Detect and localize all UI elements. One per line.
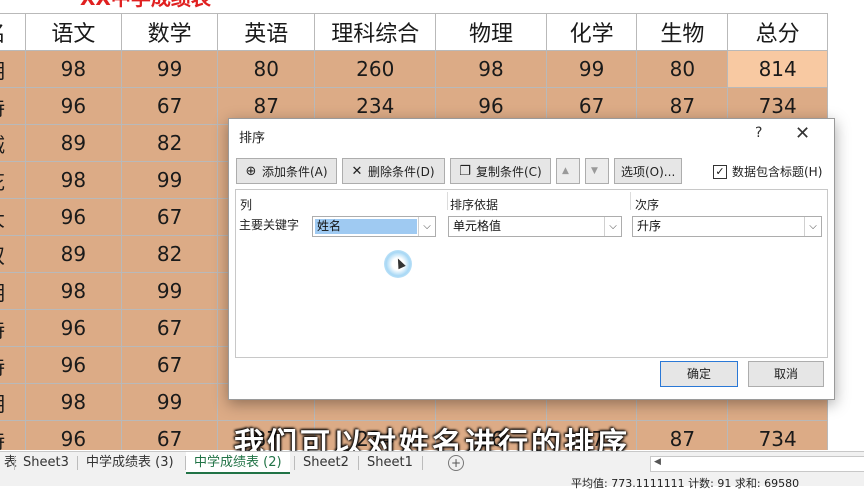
- options-label: 选项(O)...: [621, 164, 676, 179]
- grid-cell[interactable]: 城: [0, 124, 27, 162]
- sort-levels-list: 列 排序依据 次序 主要关键字 姓名 ⌵ 单元格值 ⌵ 升序 ⌵: [235, 189, 828, 358]
- tab-sheet1[interactable]: Sheet1: [359, 452, 421, 474]
- header-cell[interactable]: 语文: [25, 13, 122, 51]
- header-cell[interactable]: 理科综合: [314, 13, 437, 51]
- grid-cell[interactable]: 89: [25, 124, 122, 162]
- status-bar: 平均值: 773.1111111 计数: 91 求和: 69580: [0, 474, 864, 490]
- header-cell[interactable]: 总分: [727, 13, 828, 51]
- close-icon[interactable]: ✕: [795, 123, 810, 144]
- column-select-value: 姓名: [315, 219, 417, 234]
- delete-level-button[interactable]: ✕ 删除条件(D): [342, 158, 445, 184]
- grid-cell[interactable]: 67: [120, 309, 219, 347]
- grid-cell[interactable]: 98: [25, 383, 122, 421]
- header-cell[interactable]: 物理: [435, 13, 547, 51]
- copy-level-label: 复制条件(C): [476, 164, 542, 179]
- grid-cell[interactable]: 98: [25, 50, 122, 88]
- sort-by-label: 主要关键字: [239, 218, 300, 232]
- add-level-button[interactable]: ⊕ 添加条件(A): [236, 158, 337, 184]
- sheet-title: XX中学成绩表: [80, 0, 211, 8]
- grid-cell[interactable]: 67: [120, 87, 219, 125]
- add-sheet-button[interactable]: +: [448, 455, 464, 471]
- move-up-icon: ▲: [562, 166, 569, 176]
- header-cell[interactable]: 名: [0, 13, 27, 51]
- grid-cell[interactable]: 99: [120, 272, 219, 310]
- grid-cell[interactable]: 诗: [0, 309, 27, 347]
- tab-divider: [422, 456, 423, 470]
- has-header-label: 数据包含标题(H): [732, 165, 823, 179]
- order-select[interactable]: 升序 ⌵: [632, 216, 822, 237]
- header-cell[interactable]: 英语: [217, 13, 316, 51]
- grid-cell[interactable]: 99: [120, 50, 219, 88]
- add-level-label: 添加条件(A): [262, 164, 328, 179]
- help-icon[interactable]: ?: [755, 125, 762, 141]
- grid-cell[interactable]: 96: [25, 346, 122, 384]
- grid-cell[interactable]: 67: [120, 346, 219, 384]
- header-cell[interactable]: 生物: [636, 13, 729, 51]
- grid-cell[interactable]: 诗: [0, 346, 27, 384]
- delete-level-label: 删除条件(D): [368, 164, 435, 179]
- grid-cell[interactable]: 98: [435, 50, 547, 88]
- scroll-left-icon[interactable]: ◀: [654, 457, 661, 467]
- move-down-icon: ▼: [591, 166, 598, 176]
- copy-icon: ❐: [459, 163, 471, 179]
- ok-button[interactable]: 确定: [660, 361, 738, 387]
- header-cell[interactable]: 数学: [120, 13, 219, 51]
- grid-cell[interactable]: 大: [0, 198, 27, 236]
- delete-icon: ✕: [351, 163, 363, 179]
- chevron-down-icon: ⌵: [604, 217, 621, 236]
- grid-cell[interactable]: 814: [727, 50, 828, 88]
- chevron-down-icon: ⌵: [418, 217, 435, 236]
- grid-cell[interactable]: 98: [25, 272, 122, 310]
- grid-cell[interactable]: 96: [25, 198, 122, 236]
- column-header-order: 次序: [635, 198, 660, 212]
- grid-cell[interactable]: 89: [25, 235, 122, 273]
- tab-score-3[interactable]: 中学成绩表 (3): [78, 452, 182, 474]
- dialog-title: 排序: [239, 131, 266, 146]
- grid-cell[interactable]: 80: [636, 50, 729, 88]
- tab-sheet2[interactable]: Sheet2: [295, 452, 357, 474]
- column-header-sort-on: 排序依据: [450, 198, 499, 212]
- header-cell[interactable]: 化学: [545, 13, 638, 51]
- horizontal-scrollbar[interactable]: [650, 456, 864, 472]
- grid-cell[interactable]: 67: [120, 198, 219, 236]
- grid-cell[interactable]: 明: [0, 383, 27, 421]
- grid-cell[interactable]: 82: [120, 124, 219, 162]
- column-divider: [447, 192, 448, 210]
- grid-cell[interactable]: 82: [120, 235, 219, 273]
- grid-cell[interactable]: 96: [25, 309, 122, 347]
- grid-cell[interactable]: 花: [0, 161, 27, 199]
- grid-cell[interactable]: 99: [545, 50, 638, 88]
- column-select[interactable]: 姓名 ⌵: [312, 216, 436, 237]
- grid-cell[interactable]: 80: [217, 50, 316, 88]
- column-divider: [630, 192, 631, 210]
- column-header-col: 列: [240, 198, 253, 212]
- sort-on-select[interactable]: 单元格值 ⌵: [448, 216, 622, 237]
- tab-sheet3[interactable]: Sheet3: [15, 452, 77, 474]
- grid-cell[interactable]: 明: [0, 272, 27, 310]
- grid-cell[interactable]: 明: [0, 50, 27, 88]
- tab-score-2[interactable]: 中学成绩表 (2): [186, 452, 290, 474]
- header-row: 名语文数学英语理科综合物理化学生物总分: [0, 13, 828, 51]
- move-down-button[interactable]: ▼: [585, 158, 609, 184]
- sort-on-value: 单元格值: [453, 219, 502, 233]
- cancel-button[interactable]: 取消: [748, 361, 824, 387]
- has-header-checkbox[interactable]: ✓: [713, 165, 727, 179]
- grid-cell[interactable]: 99: [120, 383, 219, 421]
- grid-cell[interactable]: 260: [314, 50, 437, 88]
- sort-dialog: 排序 ? ✕ ⊕ 添加条件(A) ✕ 删除条件(D) ❐ 复制条件(C) ▲ ▼…: [228, 118, 835, 400]
- grid-cell[interactable]: 99: [120, 161, 219, 199]
- grid-cell[interactable]: 诗: [0, 87, 27, 125]
- table-row: 明989980260989980814: [0, 50, 828, 88]
- order-value: 升序: [637, 219, 662, 233]
- sheet-tab-bar: 表 Sheet3 中学成绩表 (3) 中学成绩表 (2) Sheet2 Shee…: [0, 451, 864, 474]
- grid-cell[interactable]: 96: [25, 87, 122, 125]
- add-level-icon: ⊕: [245, 163, 257, 179]
- move-up-button[interactable]: ▲: [556, 158, 580, 184]
- grid-cell[interactable]: 98: [25, 161, 122, 199]
- copy-level-button[interactable]: ❐ 复制条件(C): [450, 158, 551, 184]
- status-summary: 平均值: 773.1111111 计数: 91 求和: 69580: [571, 477, 800, 490]
- chevron-down-icon: ⌵: [804, 217, 821, 236]
- grid-cell[interactable]: 双: [0, 235, 27, 273]
- options-button[interactable]: 选项(O)...: [614, 158, 682, 184]
